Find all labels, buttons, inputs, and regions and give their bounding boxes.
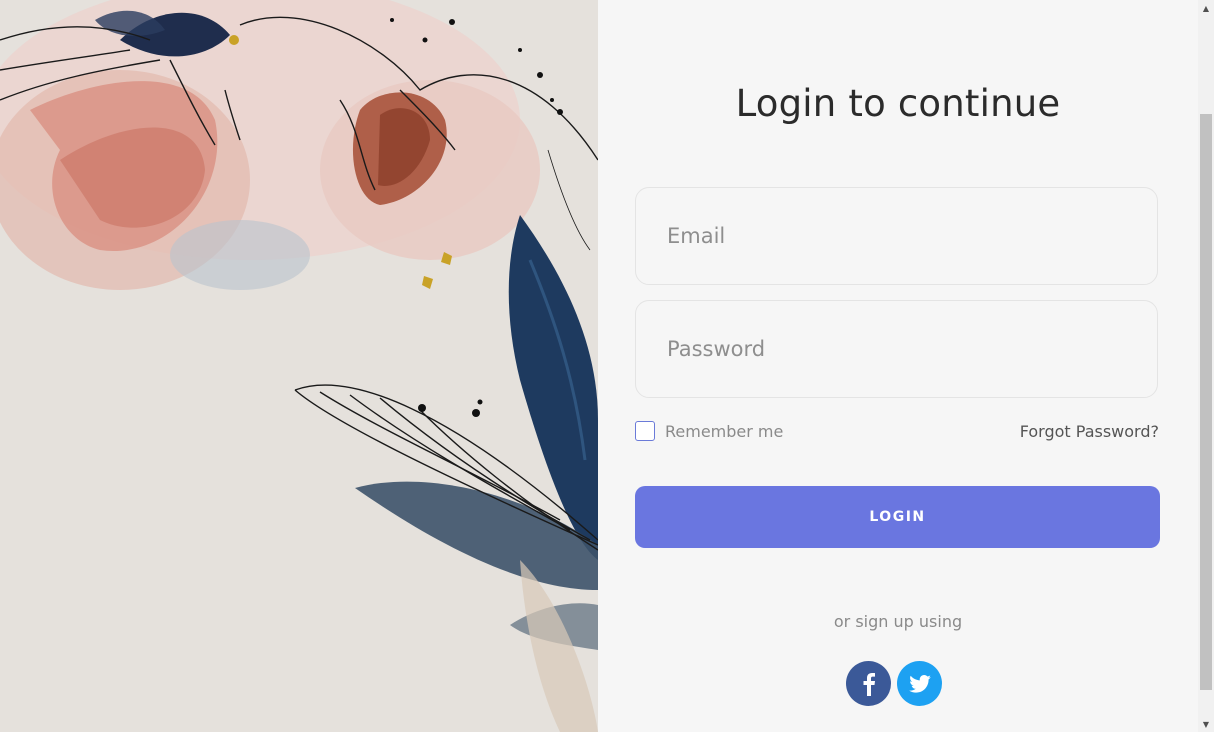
vertical-scrollbar[interactable]: ▲ ▼ [1198, 0, 1214, 732]
login-button[interactable]: LOGIN [635, 486, 1160, 548]
facebook-button[interactable] [846, 661, 891, 706]
page-title: Login to continue [735, 82, 1061, 125]
scroll-up-arrow-icon[interactable]: ▲ [1198, 0, 1214, 16]
remember-me[interactable]: Remember me [635, 419, 783, 443]
login-panel: Login to continue Remember me Forgot Pas… [598, 0, 1198, 732]
email-field[interactable] [635, 187, 1158, 285]
password-field[interactable] [635, 300, 1158, 398]
remember-me-checkbox[interactable] [635, 421, 655, 441]
floral-illustration [0, 0, 598, 732]
scroll-down-arrow-icon[interactable]: ▼ [1198, 716, 1214, 732]
facebook-icon [863, 672, 875, 696]
signup-prompt: or sign up using [833, 612, 963, 631]
forgot-password-link[interactable]: Forgot Password? [1020, 422, 1159, 441]
scroll-thumb[interactable] [1200, 114, 1212, 690]
remember-me-label: Remember me [665, 421, 784, 441]
twitter-button[interactable] [897, 661, 942, 706]
twitter-icon [908, 674, 931, 693]
